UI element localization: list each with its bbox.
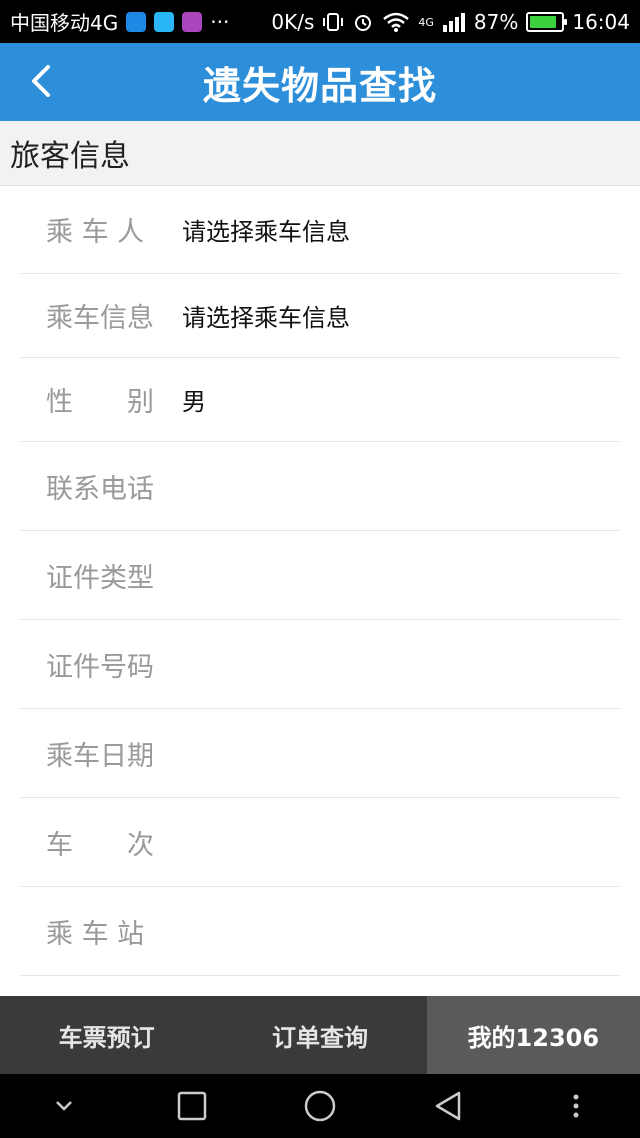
tab-ticket-booking[interactable]: 车票预订: [0, 996, 213, 1074]
clock: 16:04: [572, 9, 630, 34]
home-button[interactable]: [288, 1074, 352, 1138]
battery-fill: [530, 15, 557, 28]
more-notifications: ···: [210, 9, 230, 34]
news-app-icon: [126, 11, 147, 32]
circle-icon: [304, 1090, 336, 1122]
form-row-phone[interactable]: 联系电话: [20, 442, 620, 531]
back-button[interactable]: [16, 57, 64, 105]
wifi-icon: [383, 12, 410, 32]
form-value: 请选择乘车信息: [182, 218, 350, 246]
form-label: 性 别: [46, 387, 154, 418]
gallery-app-icon: [182, 11, 203, 32]
chevron-down-icon: [56, 1101, 72, 1111]
form-label: 乘车日期: [46, 740, 154, 772]
square-icon: [177, 1091, 207, 1121]
tab-my-12306[interactable]: 我的12306: [426, 996, 640, 1074]
status-left: 中国移动4G ···: [10, 7, 229, 36]
menu-button[interactable]: [544, 1074, 608, 1138]
form-row-ride-info[interactable]: 乘车信息 请选择乘车信息: [20, 274, 620, 358]
carrier-label: 中国移动4G: [10, 11, 119, 35]
chevron-left-icon: [32, 65, 50, 97]
alarm-icon: [355, 14, 372, 31]
recents-button[interactable]: [160, 1074, 224, 1138]
chat-app-icon: [154, 11, 175, 32]
form-label: 车 次: [46, 829, 154, 861]
system-back-button[interactable]: [416, 1074, 480, 1138]
more-vertical-icon: [573, 1094, 579, 1118]
tab-order-query[interactable]: 订单查询: [213, 996, 426, 1074]
form-row-station[interactable]: 乘 车 站: [20, 887, 620, 976]
status-right: 0K/s 4G 87% 16:04: [271, 10, 630, 34]
form-row-passenger[interactable]: 乘 车 人 请选择乘车信息: [20, 186, 620, 274]
battery-icon: [526, 11, 568, 32]
form-row-train-number[interactable]: 车 次: [20, 798, 620, 887]
form-label: 证件类型: [46, 562, 154, 594]
collapse-button[interactable]: [32, 1074, 96, 1138]
form-value: 男: [182, 388, 206, 416]
form-row-id-number[interactable]: 证件号码: [20, 620, 620, 709]
form-row-ride-date[interactable]: 乘车日期: [20, 709, 620, 798]
form-row-gender[interactable]: 性 别 男: [20, 358, 620, 442]
bottom-tab-bar: 车票预订 订单查询 我的12306: [0, 996, 640, 1074]
system-nav-bar: [0, 1074, 640, 1138]
vibrate-icon: [323, 12, 344, 31]
form-label: 联系电话: [46, 473, 154, 505]
app-bar: 遗失物品查找: [0, 43, 640, 121]
form-label: 乘车信息: [46, 303, 154, 334]
form-value: 请选择乘车信息: [182, 304, 350, 332]
section-title: 旅客信息: [10, 139, 130, 174]
status-bar: 中国移动4G ··· 0K/s 4G 87% 16:04: [0, 0, 640, 43]
form-label: 证件号码: [46, 651, 154, 683]
signal-icon: [442, 12, 465, 32]
network-speed: 0K/s: [271, 9, 315, 34]
section-header: 旅客信息: [0, 121, 640, 186]
form-label: 乘 车 人: [46, 217, 145, 248]
net-type-label: 4G: [418, 15, 434, 29]
passenger-form: 乘 车 人 请选择乘车信息 乘车信息 请选择乘车信息 性 别 男 联系电话 证件…: [20, 186, 620, 976]
page-title: 遗失物品查找: [202, 63, 437, 108]
form-label: 乘 车 站: [46, 918, 145, 950]
triangle-back-icon: [435, 1091, 461, 1121]
battery-percent: 87%: [473, 9, 519, 34]
form-row-id-type[interactable]: 证件类型: [20, 531, 620, 620]
